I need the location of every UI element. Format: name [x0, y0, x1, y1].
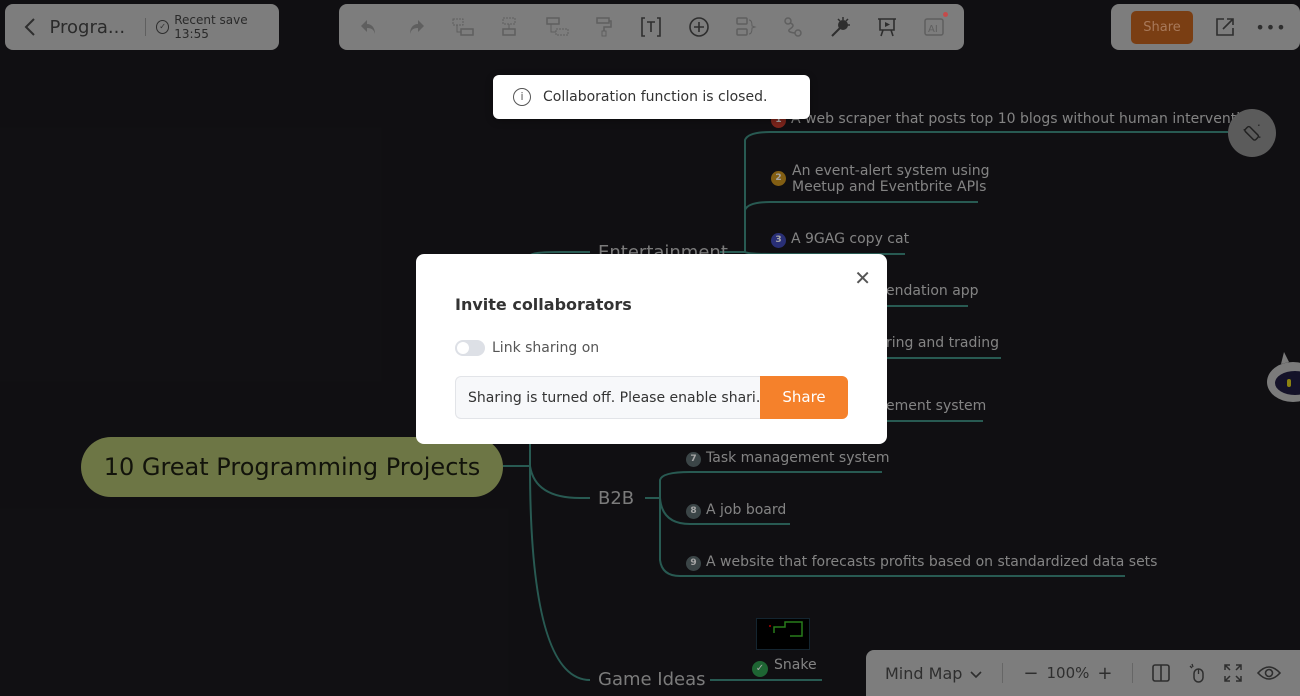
document-header: Progra... ✓ Recent save 13:55	[5, 4, 279, 50]
divider	[1002, 663, 1004, 683]
modal-share-button[interactable]: Share	[760, 376, 848, 419]
check-circle-icon: ✓	[156, 20, 170, 34]
connector-b2b	[529, 465, 590, 499]
split-view-icon[interactable]	[1149, 661, 1173, 685]
zoom-out-button[interactable]: −	[1023, 663, 1038, 684]
link-sharing-toggle[interactable]	[455, 340, 485, 356]
zoom-in-button[interactable]: +	[1097, 663, 1112, 684]
topic-item-9[interactable]: 9A website that forecasts profits based …	[686, 554, 1157, 571]
plus-circle-icon[interactable]	[687, 15, 711, 39]
priority-3-icon: 3	[771, 233, 786, 248]
main-toolbar: AI	[339, 4, 964, 50]
preview-eye-icon[interactable]	[1257, 661, 1282, 685]
document-title[interactable]: Progra...	[49, 17, 125, 38]
topic-item-1[interactable]: 1A web scraper that posts top 10 blogs w…	[771, 111, 1258, 128]
priority-8-icon: 8	[686, 504, 701, 519]
paint-roller-icon[interactable]	[592, 15, 616, 39]
child-topic-icon[interactable]	[451, 15, 475, 39]
divider	[145, 18, 146, 36]
svg-text:AI: AI	[928, 24, 938, 35]
robot-icon	[1267, 352, 1300, 402]
top-right-actions: Share •••	[1111, 4, 1300, 50]
notification-dot	[943, 12, 949, 17]
fullscreen-icon[interactable]	[1221, 661, 1245, 685]
ai-icon[interactable]: AI	[922, 12, 949, 39]
branch-b2b[interactable]: B2B	[598, 488, 634, 509]
zoom-level: 100%	[1046, 664, 1090, 682]
topic-item-7[interactable]: 7 Task management system	[686, 450, 890, 467]
priority-7-icon: 7	[686, 452, 701, 467]
snake-thumbnail-icon	[769, 621, 803, 637]
connector-item-7	[659, 471, 882, 498]
priority-9-icon: 9	[686, 556, 701, 571]
topic-item-6[interactable]: ement system	[886, 398, 986, 414]
toggle-label: Link sharing on	[492, 340, 600, 356]
magic-wand-icon[interactable]	[828, 15, 852, 39]
save-status: Recent save 13:55	[174, 13, 248, 41]
modal-title: Invite collaborators	[455, 295, 632, 314]
topic-item-3[interactable]: 3A 9GAG copy cat	[771, 231, 909, 248]
snake-image[interactable]	[756, 618, 810, 650]
chevron-left-icon[interactable]	[19, 15, 41, 39]
topic-snake[interactable]: ✓ Snake	[752, 657, 817, 677]
sibling-topic-icon[interactable]	[545, 15, 569, 39]
assistant-bot[interactable]	[1267, 350, 1300, 404]
view-mode-select[interactable]: Mind Map	[885, 664, 962, 683]
check-circle-icon: ✓	[752, 661, 768, 677]
undo-icon[interactable]	[357, 15, 381, 39]
close-icon[interactable]: ✕	[854, 268, 871, 288]
topic-item-4[interactable]: endation app	[886, 283, 979, 299]
branch-game-ideas[interactable]: Game Ideas	[598, 669, 706, 690]
share-button[interactable]: Share	[1131, 10, 1193, 44]
topic-item-2[interactable]: 2 An event-alert system using Meetup and…	[771, 163, 989, 195]
external-link-icon[interactable]	[1213, 15, 1237, 39]
divider	[1132, 663, 1134, 683]
summary-icon[interactable]	[734, 15, 758, 39]
text-box-icon[interactable]	[639, 15, 663, 39]
relationship-icon[interactable]	[781, 15, 805, 39]
root-topic[interactable]: 10 Great Programming Projects	[81, 437, 503, 497]
priority-2-icon: 2	[771, 171, 786, 186]
toast-message: Collaboration function is closed.	[543, 89, 768, 105]
topic-item-5[interactable]: ring and trading	[886, 335, 999, 351]
more-horizontal-icon[interactable]: •••	[1255, 15, 1285, 39]
parent-topic-icon[interactable]	[498, 15, 522, 39]
invite-collaborators-modal: ✕ Invite collaborators Link sharing on S…	[416, 254, 887, 444]
presentation-icon[interactable]	[875, 15, 899, 39]
redo-icon[interactable]	[404, 15, 428, 39]
magic-fab[interactable]	[1228, 109, 1276, 157]
topic-item-8[interactable]: 8A job board	[686, 502, 786, 519]
chevron-down-icon[interactable]	[970, 664, 982, 683]
bottom-toolbar: Mind Map − 100% +	[866, 650, 1300, 696]
toast-notification: i Collaboration function is closed.	[493, 75, 810, 119]
mouse-mode-icon[interactable]	[1185, 661, 1209, 685]
info-icon: i	[513, 88, 531, 106]
magic-brush-icon	[1243, 124, 1261, 141]
share-link-field[interactable]: Sharing is turned off. Please enable sha…	[455, 376, 761, 419]
